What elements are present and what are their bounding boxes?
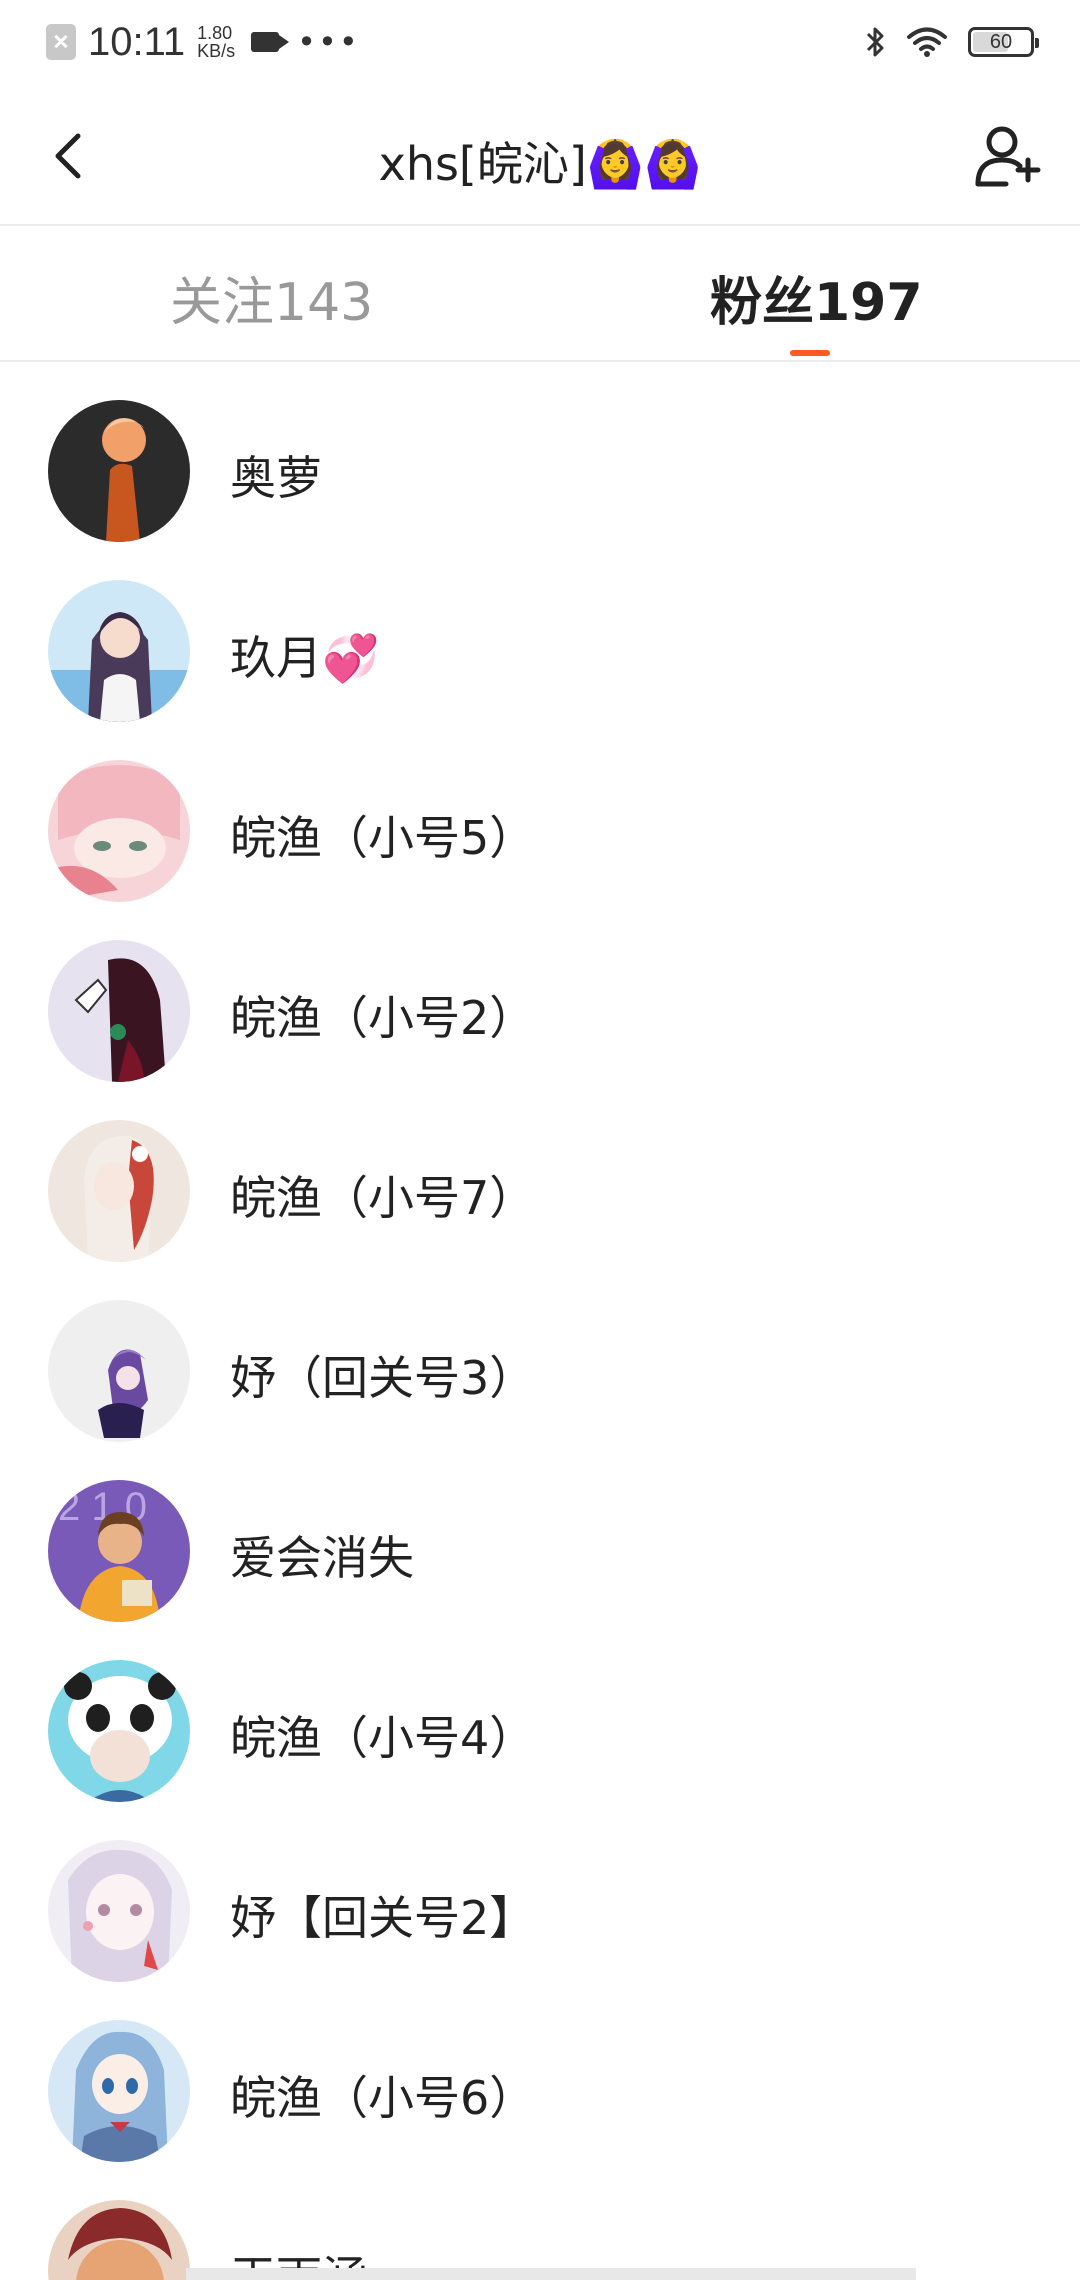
fan-name: 妤【回关号2】 [230, 1891, 536, 1945]
avatar-image [48, 400, 190, 542]
notification-close-icon [46, 24, 76, 60]
avatar[interactable] [48, 580, 190, 722]
wifi-icon [907, 27, 947, 57]
avatar-image [48, 1660, 190, 1802]
tab-following[interactable]: 关注143 [170, 260, 373, 335]
list-item[interactable]: 妤（回关号3） [0, 1262, 1080, 1442]
list-item[interactable]: 皖渔（小号7） [0, 1082, 1080, 1262]
fan-name: 爱会消失 [230, 1531, 414, 1585]
list-item[interactable]: 妤【回关号2】 [0, 1802, 1080, 1982]
list-item[interactable]: 皖渔（小号4） [0, 1622, 1080, 1802]
avatar[interactable] [48, 1840, 190, 1982]
avatar-image [48, 1120, 190, 1262]
network-speed: 1.80 KB/s [197, 24, 235, 60]
avatar[interactable] [48, 760, 190, 902]
avatar[interactable] [48, 940, 190, 1082]
battery-icon: 60 [968, 27, 1039, 57]
avatar[interactable] [48, 1300, 190, 1442]
more-notifications-icon: ••• [297, 23, 360, 61]
status-bar: 10:11 1.80 KB/s ••• 60 [0, 0, 1080, 90]
list-item[interactable]: 玖月💞 [0, 542, 1080, 722]
avatar-image [48, 1840, 190, 1982]
bluetooth-icon [866, 27, 884, 57]
fan-name: 皖渔（小号7） [230, 1171, 536, 1225]
top-bar: xhs[皖沁]🙆‍♀️🙆‍♀️ [0, 90, 1080, 226]
list-item[interactable]: 皖渔（小号5） [0, 722, 1080, 902]
tab-fans[interactable]: 粉丝197 [710, 260, 923, 335]
network-speed-value: 1.80 [197, 23, 233, 43]
avatar[interactable] [48, 2200, 190, 2280]
avatar[interactable] [48, 1660, 190, 1802]
avatar-image [48, 2020, 190, 2162]
status-right: 60 [864, 24, 1039, 60]
active-tab-indicator [790, 350, 830, 356]
fan-name: 皖渔（小号4） [230, 1711, 536, 1765]
avatar[interactable] [48, 1120, 190, 1262]
network-speed-unit: KB/s [197, 41, 236, 61]
avatar-image [48, 760, 190, 902]
avatar-image [48, 580, 190, 722]
fan-name: 奥萝 [230, 451, 322, 505]
fan-name: 玖月💞 [230, 631, 380, 685]
clock: 10:11 [88, 19, 186, 64]
avatar[interactable]: 2 1 0 [48, 1480, 190, 1622]
fan-name: 皖渔（小号5） [230, 811, 536, 865]
list-item[interactable]: 皖渔（小号6） [0, 1982, 1080, 2162]
avatar-image: 2 1 0 [48, 1480, 190, 1622]
list-item[interactable]: 王雨涵 [0, 2162, 1080, 2280]
fans-list: 奥萝 玖月💞 皖渔（小号5） 皖渔（小号2） 皖渔（小号7） 妤（回关号3） 2… [0, 362, 1080, 2280]
tab-bar: 关注143 粉丝197 [0, 226, 1080, 362]
battery-level: 60 [989, 30, 1013, 53]
avatar-image [48, 2200, 190, 2280]
bottom-scroll-indicator [186, 2268, 916, 2280]
fan-name: 皖渔（小号6） [230, 2071, 536, 2125]
video-camera-icon [251, 32, 290, 52]
avatar[interactable] [48, 2020, 190, 2162]
list-item[interactable]: 奥萝 [0, 362, 1080, 542]
avatar-image [48, 940, 190, 1082]
page-title: xhs[皖沁]🙆‍♀️🙆‍♀️ [378, 137, 702, 191]
status-left: 10:11 1.80 KB/s ••• [46, 20, 360, 64]
add-friend-icon[interactable] [970, 118, 1046, 194]
list-item[interactable]: 2 1 0 爱会消失 [0, 1442, 1080, 1622]
fan-name: 妤（回关号3） [230, 1351, 536, 1405]
fan-name: 皖渔（小号2） [230, 991, 536, 1045]
list-item[interactable]: 皖渔（小号2） [0, 902, 1080, 1082]
avatar[interactable] [48, 400, 190, 542]
avatar-image [48, 1300, 190, 1442]
